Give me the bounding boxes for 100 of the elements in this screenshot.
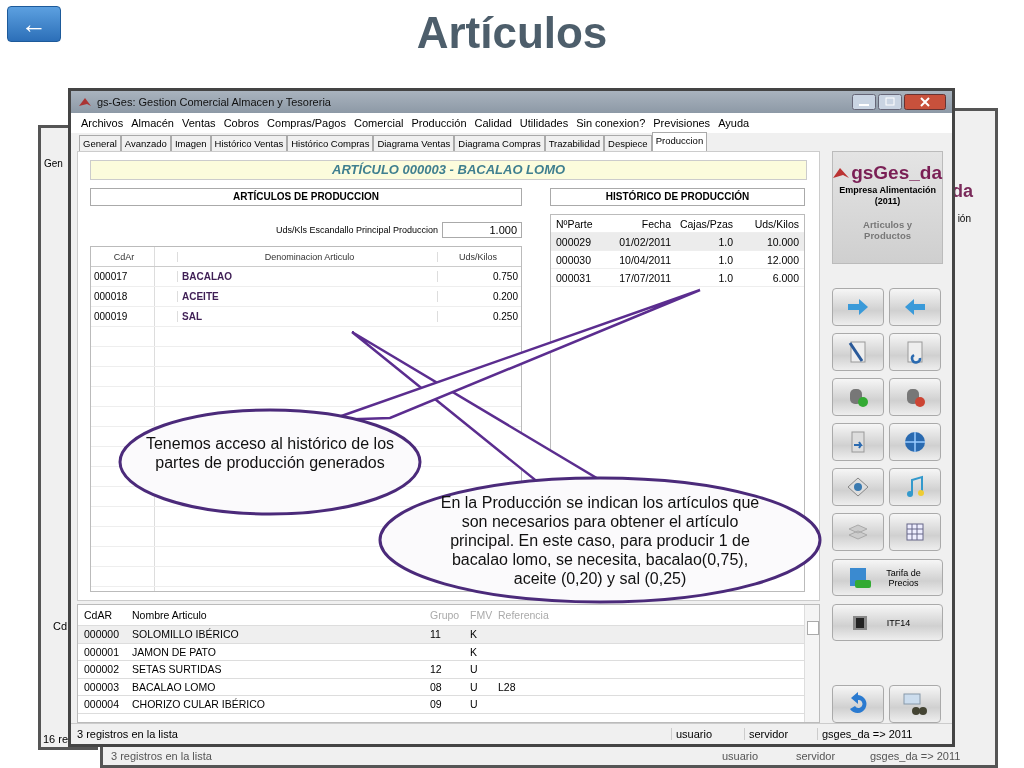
table-row[interactable]: 000030 10/04/2011 1.0 12.000 [551, 251, 804, 269]
menu-item[interactable]: Calidad [474, 117, 512, 129]
menu-item[interactable]: Utilidades [519, 117, 569, 129]
tab[interactable]: Histórico Compras [287, 135, 374, 151]
column-header: Referencia [498, 609, 550, 621]
document-arrow-button[interactable] [832, 423, 885, 462]
scrollbar[interactable] [804, 605, 820, 722]
company-text: ión [957, 213, 971, 224]
status-user: usuario [721, 750, 760, 762]
itf14-button[interactable]: ITF14 [832, 604, 943, 642]
table-row[interactable]: 000003 BACALAO LOMO 08 U L28 [78, 678, 805, 696]
company-year: (2011) [874, 196, 901, 206]
menu-item[interactable]: Ayuda [718, 117, 750, 129]
menu-item[interactable]: Archivos [81, 117, 124, 129]
menu-item[interactable]: Almacén [131, 117, 174, 129]
table-row[interactable]: 000004 CHORIZO CULAR IBÉRICO 09 U [78, 696, 805, 714]
window-binoculars-icon [902, 691, 929, 717]
table-row[interactable]: 000002 SETAS SURTIDAS 12 U [78, 661, 805, 679]
menu-item[interactable]: Comercial [353, 117, 404, 129]
column-header: Uds/Kilos [437, 251, 521, 262]
layers-button[interactable] [832, 513, 885, 552]
tab[interactable]: Histórico Ventas [210, 135, 288, 151]
menu-item[interactable]: Previsiones [653, 117, 711, 129]
status-user: usuario [671, 728, 744, 740]
article-header: ARTÍCULO 000003 - BACALAO LOMO [90, 160, 808, 180]
pen-button[interactable] [832, 333, 885, 372]
column-header: Grupo [430, 609, 461, 621]
table-row[interactable]: 000029 01/02/2011 1.0 10.000 [551, 233, 804, 251]
table-cell-text: 000019 [93, 311, 129, 322]
tab[interactable]: Produccion [651, 132, 708, 151]
menu-item[interactable]: Sin conexion? [576, 117, 646, 129]
music-note-button[interactable] [889, 468, 942, 507]
table-row[interactable]: 000031 17/07/2011 1.0 6.000 [551, 269, 804, 287]
status-server: servidor [744, 728, 817, 740]
document-icon [851, 614, 868, 631]
status-database: gsges_da => 2011 [869, 750, 962, 762]
table-row[interactable]: 000000 SOLOMILLO IBÉRICO 11 K [78, 626, 805, 644]
callout-text: Tenemos acceso al histórico de los partes de producción generados [145, 434, 395, 472]
table-cell: 0.250 [437, 311, 521, 322]
window-title: gs-Ges: Gestion Comercial Almacen y Tesoreria [97, 96, 331, 108]
back-button[interactable]: ← [7, 6, 61, 42]
tab[interactable]: Trazabilidad [544, 135, 605, 151]
tab[interactable]: Diagrama Ventas [373, 135, 455, 151]
column-header: Cajas/Pzas [678, 217, 733, 230]
company-name: Empresa Alimentación [839, 185, 936, 195]
binoculars-button[interactable] [889, 685, 942, 723]
menu-item[interactable]: Compras/Pagos [267, 117, 346, 129]
app-icon [79, 98, 91, 106]
table-cell: ACEITE [177, 291, 437, 302]
document-undo-button[interactable] [889, 333, 942, 372]
table-cell: SAL [177, 311, 437, 322]
section-title: HISTÓRICO DE PRODUCCIÓN [550, 188, 805, 206]
table-cell-text: 000017 [93, 271, 129, 282]
table-cell: 0.750 [437, 271, 521, 282]
table-cell: BACALAO [177, 271, 437, 282]
tab[interactable]: General [79, 135, 121, 151]
column-header: Uds/Kilos [753, 217, 800, 230]
column-header: Cd [53, 620, 68, 632]
table-cell-text: 000018 [93, 291, 129, 302]
database-add-button[interactable] [832, 378, 885, 417]
table-cell: 0.200 [437, 291, 521, 302]
field-label: Uds/Kls Escandallo Principal Produccion [275, 225, 438, 235]
maximize-button[interactable] [878, 94, 902, 110]
refresh-button[interactable] [832, 685, 885, 723]
column-header: FMV [470, 609, 494, 621]
menu-item[interactable]: Cobros [223, 117, 260, 129]
tab[interactable]: Despiece [604, 135, 652, 151]
column-header: CdAR [83, 609, 113, 621]
callout-text: En la Producción se indican los artículos que son necesarios para obtener el artículo principal. En este caso, para producir 1 de bacalao lomo, se necesita, bacalao(0,75), aceite (0,20) y sal (0,25) [439, 493, 761, 588]
menu-item[interactable]: Ventas [182, 117, 216, 129]
slide-title: Artículos [416, 8, 608, 58]
status-text: 3 registros en la lista [76, 728, 179, 740]
table-edit-button[interactable] [889, 513, 942, 552]
status-database: gsges_da => 2011 [817, 728, 952, 740]
module-name: Articulos y Productos [862, 219, 914, 241]
minimize-button[interactable] [852, 94, 876, 110]
brand-name: gsGes_da [851, 162, 942, 184]
quantity-field[interactable]: 1.000 [442, 222, 522, 238]
column-header: CdAr [112, 251, 136, 262]
status-text: 3 registros en la lista [110, 750, 213, 762]
column-header: Nombre Articulo [132, 609, 208, 621]
arrow-left-button[interactable] [889, 288, 942, 327]
status-server: servidor [795, 750, 837, 762]
status-text: 16 re [43, 733, 69, 745]
arrow-right-button[interactable] [832, 288, 885, 327]
table-row[interactable]: 000001 JAMON DE PATO K [78, 643, 805, 661]
tab[interactable]: Diagrama Compras [454, 135, 545, 151]
close-button[interactable] [904, 94, 946, 110]
tab[interactable]: Avanzado [120, 135, 171, 151]
logo-icon [833, 168, 850, 178]
database-delete-button[interactable] [889, 378, 942, 417]
globe-button[interactable] [889, 423, 942, 462]
price-list-button[interactable]: Tarifa de Precios [832, 559, 943, 597]
menu-item[interactable]: Producción [411, 117, 467, 129]
column-header: NºParte [555, 217, 594, 230]
column-header: Fecha [640, 217, 671, 230]
section-title: ARTÍCULOS DE PRODUCCION [90, 188, 522, 206]
disc-button[interactable] [832, 468, 885, 507]
column-header: Denominacion Articulo [177, 251, 437, 262]
tab[interactable]: Imagen [170, 135, 211, 151]
